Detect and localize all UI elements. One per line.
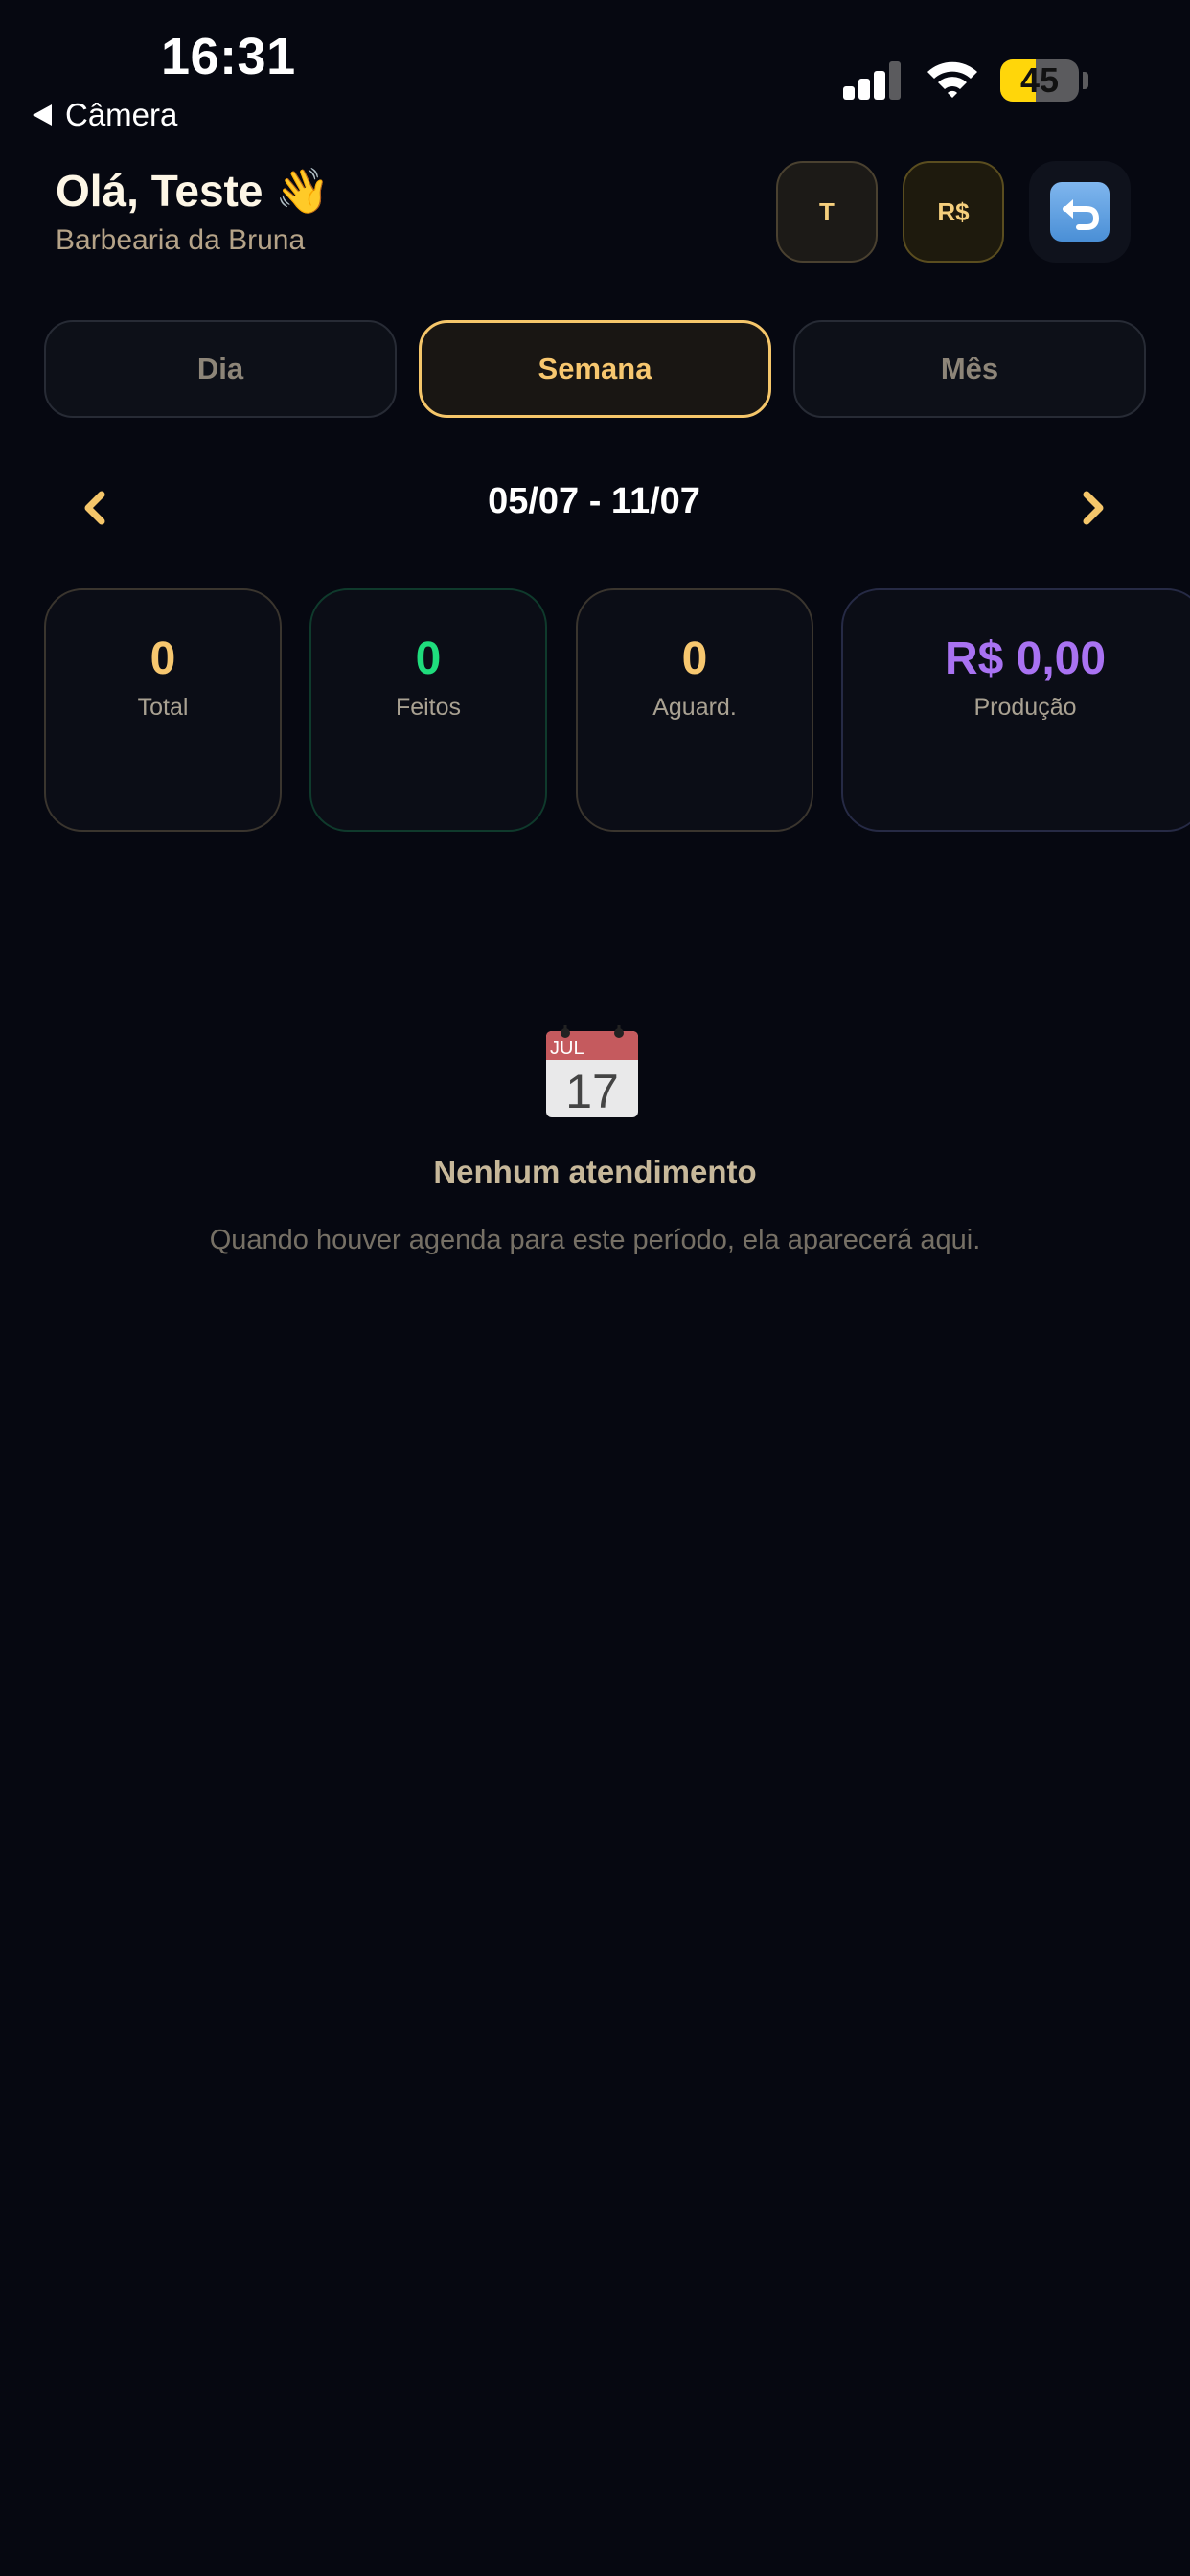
calendar-day: 17 (565, 1065, 619, 1118)
stat-value-done: 0 (415, 633, 442, 684)
wifi-icon (926, 58, 979, 100)
back-arrow-icon (33, 104, 52, 126)
logout-return-icon (1050, 182, 1110, 242)
empty-state-description: Quando houver agenda para este período, … (209, 1225, 981, 1255)
stat-card-waiting: 0 Aguard. (576, 588, 813, 832)
stat-label-total: Total (137, 694, 189, 721)
profile-initial-button[interactable]: T (776, 161, 878, 263)
back-to-camera-link[interactable]: Câmera (33, 94, 177, 136)
logout-button[interactable] (1029, 161, 1131, 263)
cellular-signal-icon (843, 61, 904, 100)
tab-month[interactable]: Mês (793, 320, 1146, 418)
battery-icon: 45 (1000, 59, 1079, 102)
stat-label-done: Feitos (395, 694, 462, 721)
tab-week[interactable]: Semana (419, 320, 771, 418)
calendar-month: JUL (550, 1038, 584, 1059)
status-time: 16:31 (161, 28, 296, 85)
stat-label-waiting: Aguard. (652, 694, 737, 721)
date-range-label: 05/07 - 11/07 (488, 481, 700, 521)
stat-value-production: R$ 0,00 (944, 633, 1107, 684)
stat-value-total: 0 (149, 633, 176, 684)
tab-day[interactable]: Dia (44, 320, 397, 418)
shop-name: Barbearia da Bruna (56, 224, 306, 256)
calendar-icon: JUL 17 (542, 1022, 642, 1121)
empty-state-title: Nenhum atendimento (433, 1154, 757, 1189)
greeting-title: Olá, Teste 👋 (56, 166, 331, 216)
stat-card-done: 0 Feitos (309, 588, 547, 832)
finance-button[interactable]: R$ (903, 161, 1004, 263)
stat-card-production: R$ 0,00 Produção (841, 588, 1190, 832)
stat-label-production: Produção (973, 694, 1077, 721)
back-label: Câmera (65, 97, 178, 132)
stat-value-waiting: 0 (681, 633, 708, 684)
chevron-left-icon[interactable] (67, 479, 125, 537)
stat-card-total: 0 Total (44, 588, 282, 832)
battery-tip (1083, 72, 1088, 89)
battery-level: 45 (1019, 60, 1060, 100)
chevron-right-icon[interactable] (1064, 479, 1121, 537)
